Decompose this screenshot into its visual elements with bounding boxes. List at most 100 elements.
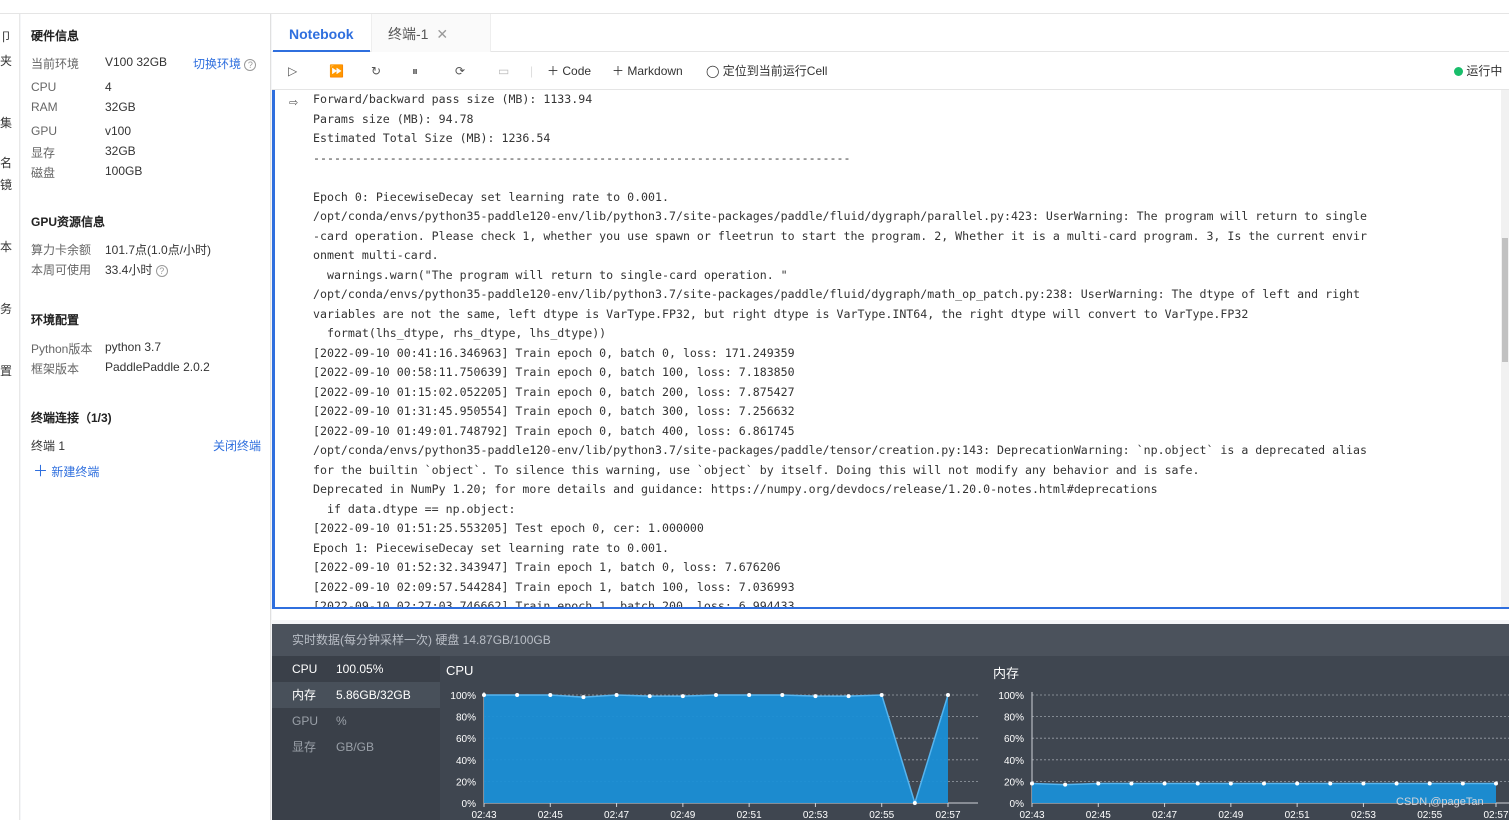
data-point bbox=[1427, 781, 1432, 786]
run-all-icon[interactable]: ⏩ bbox=[329, 63, 344, 79]
vram-value: 32GB bbox=[105, 144, 136, 158]
output-line: [2022-09-10 00:58:11.750639] Train epoch… bbox=[313, 365, 795, 379]
stat-value: 5.86GB/32GB bbox=[336, 688, 411, 702]
stat-label: CPU bbox=[292, 662, 318, 676]
output-line: [2022-09-10 01:52:32.343947] Train epoch… bbox=[313, 560, 781, 574]
disk-label: 磁盘 bbox=[31, 166, 56, 180]
y-tick-label: 20% bbox=[1004, 777, 1024, 788]
y-tick-label: 100% bbox=[450, 691, 476, 702]
x-tick-label: 02:49 bbox=[670, 810, 695, 820]
cpu-label: CPU bbox=[31, 80, 57, 94]
data-point bbox=[1096, 781, 1101, 786]
data-point bbox=[1262, 781, 1266, 786]
x-tick-label: 02:49 bbox=[1218, 810, 1243, 820]
output-line: Deprecated in NumPy 1.20; for more detai… bbox=[313, 482, 1158, 496]
tab-notebook[interactable]: Notebook bbox=[273, 14, 370, 52]
x-tick-label: 02:55 bbox=[1417, 810, 1442, 820]
stop-icon[interactable]: ⏸ bbox=[412, 63, 418, 79]
y-tick-label: 40% bbox=[1004, 756, 1024, 767]
output-text: Forward/backward pass size (MB): 1133.94… bbox=[313, 90, 1498, 608]
rail-item-2[interactable]: 集 bbox=[0, 116, 20, 130]
help-icon[interactable]: ? bbox=[155, 265, 168, 277]
scrollbar-thumb[interactable] bbox=[1502, 238, 1508, 362]
output-line: for the builtin `object`. To silence thi… bbox=[313, 462, 1200, 477]
y-tick-label: 80% bbox=[456, 713, 476, 724]
switch-env-link[interactable]: 切换环境 ? bbox=[193, 55, 257, 72]
cell-output: ⇨ Forward/backward pass size (MB): 1133.… bbox=[272, 90, 1509, 608]
data-point bbox=[879, 693, 884, 697]
ram-label: RAM bbox=[31, 100, 58, 114]
locate-cell-label: 定位到当前运行Cell bbox=[722, 64, 828, 78]
rail-item-7[interactable]: 置 bbox=[0, 364, 20, 378]
data-point bbox=[1394, 781, 1399, 786]
notebook-panel: Notebook 终端-1 ✕ ▷ ⏩ ↻ ⏸ ⟳ ▭ | ＋ Code ＋ M… bbox=[272, 14, 1509, 620]
add-code-label: Code bbox=[562, 64, 592, 78]
balance-label: 算力卡余额 bbox=[31, 243, 92, 257]
restart-run-icon[interactable]: ↻ bbox=[371, 63, 381, 79]
stat-row[interactable]: GPU% bbox=[272, 708, 440, 734]
env-config-title: 环境配置 bbox=[31, 313, 80, 327]
help-icon[interactable]: ? bbox=[244, 59, 257, 71]
python-label: Python版本 bbox=[31, 342, 93, 356]
data-point bbox=[482, 693, 486, 697]
plus-icon: ＋ bbox=[33, 463, 49, 480]
x-tick-label: 02:57 bbox=[1483, 810, 1508, 820]
hardware-title: 硬件信息 bbox=[31, 29, 80, 43]
switch-env-label[interactable]: 切换环境 bbox=[193, 57, 241, 71]
env-label: 当前环境 bbox=[31, 57, 80, 71]
refresh-icon[interactable]: ⟳ bbox=[455, 63, 465, 79]
stat-row[interactable]: 内存 5.86GB/32GB bbox=[272, 682, 440, 708]
new-terminal-button[interactable]: ＋ 新建终端 bbox=[33, 460, 99, 481]
output-scrollbar[interactable] bbox=[1501, 90, 1509, 608]
tab-terminal-1[interactable]: 终端-1 ✕ bbox=[371, 14, 491, 52]
gpu-value: v100 bbox=[105, 124, 132, 138]
ram-value: 32GB bbox=[105, 100, 136, 114]
stat-row[interactable]: CPU 100.05% bbox=[272, 656, 440, 682]
vram-row: 显存 32GB bbox=[31, 144, 136, 161]
new-terminal-label: 新建终端 bbox=[51, 465, 100, 479]
data-point bbox=[846, 694, 851, 699]
stat-row[interactable]: 显存 GB/GB bbox=[272, 734, 440, 760]
rail-item-6[interactable]: 务 bbox=[0, 302, 20, 316]
mem-chart-title: 内存 bbox=[993, 666, 1020, 681]
rail-item-3[interactable]: 名 bbox=[0, 156, 20, 170]
rail-item-1[interactable]: 夹 bbox=[0, 54, 20, 68]
series-area bbox=[484, 695, 948, 803]
add-code-button[interactable]: ＋ Code bbox=[547, 63, 591, 79]
add-markdown-button[interactable]: ＋ Markdown bbox=[612, 63, 683, 79]
output-line: Epoch 1: PiecewiseDecay set learning rat… bbox=[313, 540, 669, 555]
python-value: python 3.7 bbox=[105, 340, 162, 354]
output-line: if data.dtype == np.object: bbox=[313, 501, 516, 516]
balance-row: 算力卡余额 101.7点(1.0点/小时) bbox=[31, 241, 211, 258]
data-point bbox=[581, 695, 586, 700]
rail-item-5[interactable]: 本 bbox=[0, 240, 20, 254]
save-icon[interactable]: ▭ bbox=[498, 63, 509, 79]
run-icon[interactable]: ▷ bbox=[288, 63, 297, 79]
divider: | bbox=[530, 64, 534, 78]
output-line: [2022-09-10 01:31:45.950554] Train epoch… bbox=[313, 404, 795, 418]
locate-cell-button[interactable]: ◯ 定位到当前运行Cell bbox=[706, 63, 827, 79]
output-line: /opt/conda/envs/python35-paddle120-env/l… bbox=[313, 443, 1367, 457]
data-point bbox=[1030, 781, 1034, 786]
output-icon[interactable]: ⇨ bbox=[289, 96, 298, 109]
output-line: variables are not the same, left dtype i… bbox=[313, 306, 1249, 321]
rail-item-0[interactable]: 卩 bbox=[0, 30, 20, 44]
cpu-chart-title: CPU bbox=[446, 663, 474, 678]
data-point bbox=[1460, 781, 1465, 786]
gpu-resource-title: GPU资源信息 bbox=[31, 215, 106, 229]
left-rail: 卩 夹 集 名 镜 本 务 置 bbox=[0, 14, 20, 820]
data-point bbox=[680, 694, 685, 699]
x-tick-label: 02:51 bbox=[737, 810, 762, 820]
close-terminal-link[interactable]: 关闭终端 bbox=[213, 437, 261, 454]
stat-label: 显存 bbox=[292, 740, 317, 754]
terminal-1-item[interactable]: 终端 1 bbox=[31, 437, 65, 454]
rail-item-4[interactable]: 镜 bbox=[0, 178, 20, 192]
data-point bbox=[1063, 782, 1068, 787]
kernel-status: 运行中 bbox=[1454, 63, 1502, 79]
output-line: onment multi-card. bbox=[313, 248, 439, 262]
data-point bbox=[1129, 781, 1134, 786]
output-line: Estimated Total Size (MB): 1236.54 bbox=[313, 131, 551, 145]
ram-row: RAM 32GB bbox=[31, 100, 136, 114]
close-icon[interactable]: ✕ bbox=[436, 26, 448, 42]
monitor-stats: CPU 100.05% 内存 5.86GB/32GB GPU% 显存 GB/GB bbox=[272, 656, 440, 820]
